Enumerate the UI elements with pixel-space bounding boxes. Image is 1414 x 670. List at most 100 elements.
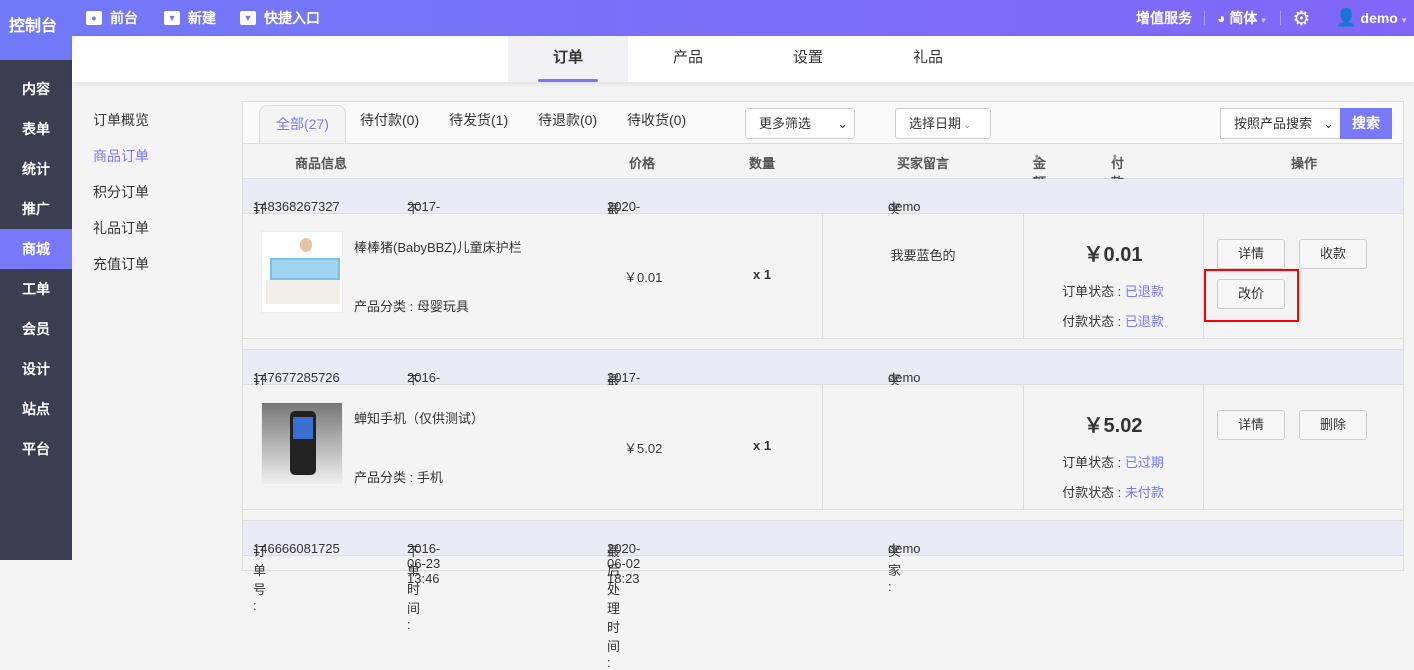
filter-tab-refund[interactable]: 待退款(0) [538,110,597,130]
col-price: 价格 [629,156,656,171]
search-type-select[interactable]: 按照产品搜索 ⌄ [1220,108,1341,139]
change-price-button[interactable]: 改价 [1217,279,1285,309]
order-time: 2016-06-23 13:46 [407,541,441,586]
sidebar-item-promo[interactable]: 推广 [0,189,72,229]
filter-tab-unpaid[interactable]: 待付款(0) [360,110,419,130]
product-image-bed-rail[interactable] [261,231,343,313]
detail-button[interactable]: 详情 [1217,239,1285,269]
pay-status: 未付款 [1124,485,1164,500]
order-status: 已过期 [1124,455,1164,470]
filter-tab-unshipped[interactable]: 待发货(1) [449,110,508,130]
subnav-product-orders[interactable]: 商品订单 [93,146,149,182]
sidebar-item-shop[interactable]: 商城 [0,229,72,269]
eye-icon: ● [86,11,102,25]
order-row: 棒棒猪(BabyBBZ)儿童床护栏 产品分类 : 母婴玩具 ￥0.01 x 1 … [243,214,1403,339]
nav-new[interactable]: ▼ 新建 [164,0,216,36]
order-number: 146666081725 [253,541,340,556]
user-icon: 👤 [1335,8,1357,27]
subnav-overview[interactable]: 订单概览 [93,110,149,146]
label: 产品分类 : [354,470,417,485]
col-message: 买家留言 [897,156,950,171]
filter-bar: 全部(27) 待付款(0) 待发货(1) 待退款(0) 待收货(0) 更多筛选 ⌄… [243,102,1403,144]
top-bar: ● 前台 ▼ 新建 ▼ 快捷入口 增值服务 ◕ 简体 ▼ ⚙ 👤 demo ▼ [0,0,1414,36]
filter-tab-all[interactable]: 全部(27) [259,105,346,143]
product-category: 手机 [416,470,443,485]
sidebar-item-tickets[interactable]: 工单 [0,269,72,309]
subnav-gift-orders[interactable]: 礼品订单 [93,218,149,254]
spacer [243,510,1403,521]
buyer: demo [888,541,921,556]
order-amount: ￥5.02 [1083,415,1143,437]
dropdown-icon: ▼ [164,11,180,25]
chevron-down-icon: ⌄ [1323,116,1334,131]
sidebar: 内容 表单 统计 推广 商城 工单 会员 设计 站点 平台 [0,60,72,560]
search-button[interactable]: 搜索 [1340,108,1392,139]
product-name[interactable]: 棒棒猪(BabyBBZ)儿童床护栏 [354,237,522,256]
sidebar-item-platform[interactable]: 平台 [0,429,72,469]
sort-icon: ⬍ [1111,153,1119,163]
order-number: 148368267327 [253,199,340,214]
divider [822,385,823,509]
sidebar-item-forms[interactable]: 表单 [0,109,72,149]
subnav-recharge-orders[interactable]: 充值订单 [93,254,149,290]
caret-down-icon: ▼ [1257,16,1268,25]
order-header: 订单号 : 147677285726 下单时间 : 2016-10-18 14:… [243,350,1403,499]
language-label: 简体 [1229,10,1258,26]
tab-settings[interactable]: 设置 [748,36,868,82]
gear-icon[interactable]: ⚙ [1293,6,1311,31]
subnav-points-orders[interactable]: 积分订单 [93,182,149,218]
table-header: 商品信息 价格 数量 买家留言 金额 ⬍ 付款状态 ⬍ 操作 [243,144,1403,228]
user-menu[interactable]: 👤 demo ▼ [1335,8,1408,28]
label: 付款状态 : [1062,314,1125,329]
tab-orders[interactable]: 订单 [508,36,628,82]
select-value: 按照产品搜索 [1234,116,1313,131]
last-time: 2020-06-02 18:23 [607,541,641,586]
buyer-message: 我要蓝色的 [890,248,956,263]
order-number: 147677285726 [253,370,340,385]
caret-down-icon: ▼ [1397,16,1408,25]
order-header: 订单号 : 148368267327 下单时间 : 2017-01-06 14:… [243,179,1403,328]
collect-payment-button[interactable]: 收款 [1299,239,1367,269]
order-subnav: 订单概览 商品订单 积分订单 礼品订单 充值订单 [93,110,149,290]
globe-icon: ◕ [1217,10,1230,26]
logo[interactable]: 控制台 [0,0,72,60]
tab-products[interactable]: 产品 [628,36,748,82]
label: 付款状态 : [1062,485,1125,500]
sidebar-item-stats[interactable]: 统计 [0,149,72,189]
nav-shortcuts[interactable]: ▼ 快捷入口 [240,0,320,36]
order-header: 订单号 : 146666081725 下单时间 : 2016-06-23 13:… [243,521,1403,670]
value-added-link[interactable]: 增值服务 [1136,8,1192,28]
sidebar-item-content[interactable]: 内容 [0,69,72,109]
module-tabs: 订单 产品 设置 礼品 [72,36,1414,82]
filter-tab-receiving[interactable]: 待收货(0) [627,110,686,130]
nav-label: 快捷入口 [264,10,320,26]
label: 订单状态 : [1062,455,1125,470]
product-image-phone[interactable] [261,402,343,484]
date-picker[interactable]: 选择日期 ⌄ [895,108,991,139]
divider [1203,385,1204,509]
sidebar-item-members[interactable]: 会员 [0,309,72,349]
sidebar-item-design[interactable]: 设计 [0,349,72,389]
delete-button[interactable]: 删除 [1299,410,1367,440]
col-actions: 操作 [1291,156,1318,171]
product-name[interactable]: 蝉知手机（仅供测试） [354,408,484,427]
label: 订单状态 : [1062,284,1125,299]
orders-panel: 全部(27) 待付款(0) 待发货(1) 待退款(0) 待收货(0) 更多筛选 ⌄… [242,101,1404,670]
label: 产品分类 : [354,299,417,314]
col-qty: 数量 [749,156,776,171]
sidebar-item-site[interactable]: 站点 [0,389,72,429]
nav-label: 新建 [188,10,216,26]
quantity: x 1 [753,267,772,282]
select-value: 更多筛选 [759,116,812,131]
spacer [243,339,1403,350]
tab-gifts[interactable]: 礼品 [868,36,988,82]
col-product: 商品信息 [295,156,348,171]
nav-frontend[interactable]: ● 前台 [86,0,138,36]
language-menu[interactable]: ◕ 简体 ▼ [1217,8,1268,28]
pay-status: 已退款 [1124,314,1164,329]
buyer: demo [888,199,921,214]
more-filter-select[interactable]: 更多筛选 ⌄ [745,108,855,139]
detail-button[interactable]: 详情 [1217,410,1285,440]
divider [1279,11,1281,25]
order-status: 已退款 [1124,284,1164,299]
